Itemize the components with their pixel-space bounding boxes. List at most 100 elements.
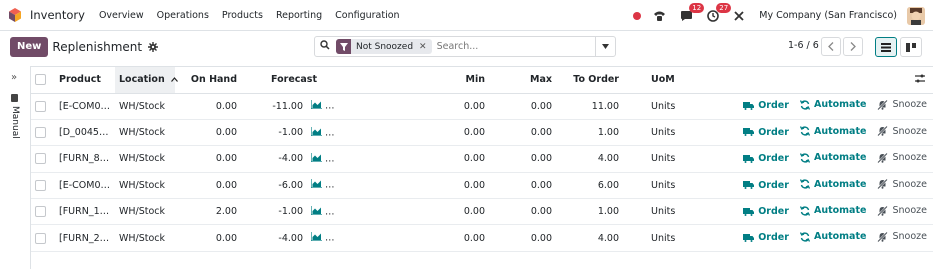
cell-max[interactable]: 0.00 [489,145,556,173]
cell-uom[interactable]: Units [623,145,707,173]
cell-to-order[interactable]: 11.00 [556,93,623,120]
cell-min[interactable]: 0.00 [371,145,489,173]
cell-min[interactable]: 0.00 [371,198,489,226]
menu-overview[interactable]: Overview [99,10,144,21]
order-button[interactable]: Order [743,232,789,243]
column-max[interactable]: Max [489,67,556,94]
cell-uom[interactable]: Units [623,224,707,252]
snooze-button[interactable]: Snooze [877,205,927,216]
recording-dot-icon[interactable] [633,11,642,20]
cell-min[interactable]: 0.00 [371,119,489,147]
snooze-button[interactable]: Snooze [877,231,927,242]
table-row[interactable]: [FURN_23... WH/Stock 0.00 -4.00 i 0.00 0… [31,224,933,252]
snooze-button[interactable]: Snooze [877,179,927,190]
cell-max[interactable]: 0.00 [489,93,556,120]
column-location[interactable]: Location [115,67,178,94]
cell-max[interactable]: 0.00 [489,224,556,252]
cell-uom[interactable]: Units [623,93,707,120]
cell-forecast[interactable]: -6.00 [241,172,311,200]
cell-on-hand[interactable]: 0.00 [175,93,241,120]
app-name[interactable]: Inventory [30,8,85,22]
column-forecast[interactable]: Forecast [241,67,317,94]
chart-icon[interactable] [311,100,322,112]
select-all-checkbox[interactable] [31,67,55,94]
cell-uom[interactable]: Units [623,172,707,200]
cell-product[interactable]: [E-COM09... [55,172,115,200]
column-to-order[interactable]: To Order [556,67,623,94]
chart-icon[interactable] [311,205,322,218]
cell-location[interactable]: WH/Stock [115,119,175,147]
automate-button[interactable]: Automate [799,179,866,190]
cell-min[interactable]: 0.00 [371,224,489,252]
pager-value[interactable]: 1-6 / 6 [788,40,819,51]
order-button[interactable]: Order [743,206,789,217]
cell-on-hand[interactable]: 0.00 [175,172,241,200]
cell-location[interactable]: WH/Stock [115,198,175,226]
debug-tools-icon[interactable] [733,10,745,22]
cell-location[interactable]: WH/Stock [115,145,175,173]
kanban-view-button[interactable] [900,37,922,57]
cell-to-order[interactable]: 1.00 [556,119,623,147]
cell-to-order[interactable]: 4.00 [556,145,623,173]
table-row[interactable]: [D_0045_... WH/Stock 0.00 -1.00 i 0.00 0… [31,119,933,147]
order-button[interactable]: Order [743,127,789,138]
cell-product[interactable]: [FURN_89... [55,145,115,173]
column-product[interactable]: Product [55,67,115,94]
pager-next-button[interactable] [843,37,863,56]
row-checkbox[interactable] [31,224,55,252]
search-bar[interactable]: Not Snoozed ✕ Search... [314,36,616,57]
automate-button[interactable]: Automate [799,126,866,137]
column-min[interactable]: Min [371,67,489,94]
cell-to-order[interactable]: 4.00 [556,224,623,252]
cell-location[interactable]: WH/Stock [115,172,175,200]
pager-previous-button[interactable] [821,37,841,56]
expand-panel-icon[interactable]: » [11,72,17,83]
remove-facet-icon[interactable]: ✕ [419,42,427,52]
cell-min[interactable]: 0.00 [371,172,489,200]
cell-on-hand[interactable]: 0.00 [175,119,241,147]
automate-button[interactable]: Automate [799,231,866,242]
chart-icon[interactable] [311,152,322,165]
inventory-logo-icon[interactable] [8,8,22,22]
column-on-hand[interactable]: On Hand [175,67,241,94]
table-row[interactable]: [E-COM06... WH/Stock 0.00 -11.00 i 0.00 … [31,93,933,120]
snooze-button[interactable]: Snooze [877,126,927,137]
automate-button[interactable]: Automate [799,99,866,110]
cell-on-hand[interactable]: 0.00 [175,224,241,252]
search-options-toggle[interactable] [595,37,615,56]
settings-gear-icon[interactable] [148,41,159,52]
table-row[interactable]: [E-COM09... WH/Stock 0.00 -6.00 i 0.00 0… [31,172,933,200]
cell-to-order[interactable]: 1.00 [556,198,623,226]
cell-on-hand[interactable]: 2.00 [175,198,241,226]
cell-location[interactable]: WH/Stock [115,93,175,120]
cell-location[interactable]: WH/Stock [115,224,175,252]
cell-on-hand[interactable]: 0.00 [175,145,241,173]
menu-configuration[interactable]: Configuration [335,10,399,21]
cell-product[interactable]: [FURN_11... [55,198,115,226]
column-settings-icon[interactable] [707,67,933,94]
cell-to-order[interactable]: 6.00 [556,172,623,200]
automate-button[interactable]: Automate [799,152,866,163]
row-checkbox[interactable] [31,172,55,200]
cell-forecast[interactable]: -1.00 [241,198,311,226]
cell-max[interactable]: 0.00 [489,198,556,226]
cell-uom[interactable]: Units [623,119,707,147]
snooze-button[interactable]: Snooze [877,99,927,110]
company-switcher[interactable]: My Company (San Francisco) [759,10,897,21]
search-input[interactable]: Search... [437,41,479,52]
cell-forecast[interactable]: -4.00 [241,145,311,173]
phone-icon[interactable] [653,10,666,22]
cell-forecast[interactable]: -11.00 [241,93,311,120]
cell-product[interactable]: [E-COM06... [55,93,115,120]
cell-forecast[interactable]: -1.00 [241,119,311,147]
activities-icon[interactable]: 27 [707,2,732,22]
chart-icon[interactable] [311,126,322,139]
table-row[interactable]: [FURN_89... WH/Stock 0.00 -4.00 i 0.00 0… [31,145,933,173]
row-checkbox[interactable] [31,145,55,173]
snooze-button[interactable]: Snooze [877,152,927,163]
chart-icon[interactable] [311,179,322,191]
messages-icon[interactable]: 12 [680,2,705,22]
user-avatar[interactable] [907,6,925,25]
row-checkbox[interactable] [31,198,55,226]
menu-products[interactable]: Products [222,10,263,21]
